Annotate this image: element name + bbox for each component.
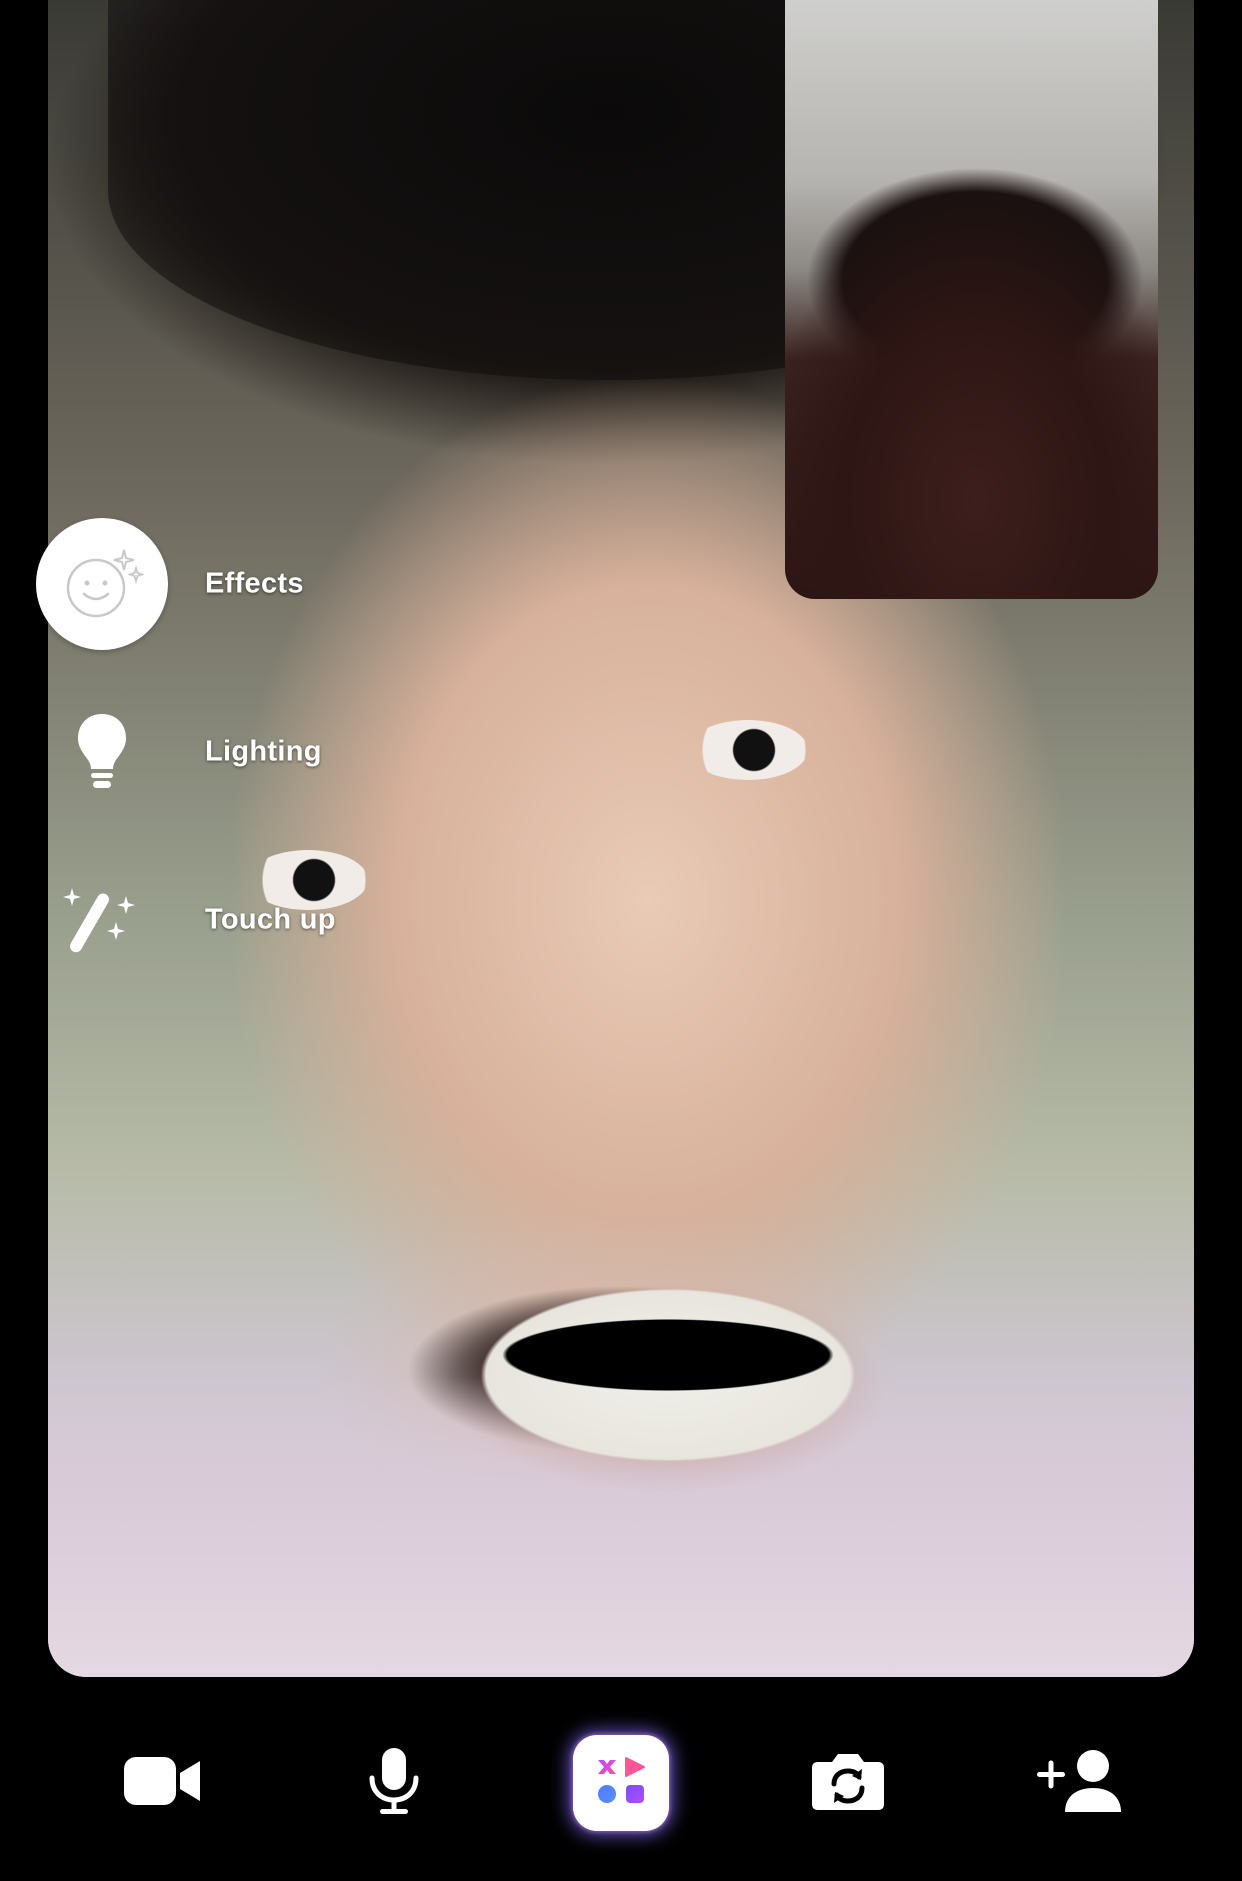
- microphone-icon: [366, 1746, 422, 1821]
- menu-item-touch-up[interactable]: Touch up: [36, 854, 396, 986]
- touch-up-button[interactable]: [36, 854, 168, 986]
- magic-wand-icon: [62, 882, 142, 959]
- flip-camera-button[interactable]: [800, 1735, 896, 1831]
- self-video-preview[interactable]: [785, 0, 1158, 599]
- add-person-button[interactable]: [1031, 1735, 1127, 1831]
- effects-label: Effects: [205, 567, 304, 600]
- call-controls-bar: [0, 1735, 1242, 1831]
- menu-item-lighting[interactable]: Lighting: [36, 686, 396, 818]
- menu-item-effects[interactable]: Effects: [36, 518, 396, 650]
- video-call-screen: Effects Lighting Touch up: [0, 0, 1242, 1881]
- remote-video-mouth: [408, 1250, 928, 1500]
- apps-button[interactable]: [573, 1735, 669, 1831]
- lighting-label: Lighting: [205, 735, 322, 768]
- video-camera-icon: [122, 1755, 202, 1812]
- flip-camera-icon: [810, 1750, 886, 1817]
- touch-up-label: Touch up: [205, 903, 336, 936]
- effects-button[interactable]: [36, 518, 168, 650]
- microphone-toggle-button[interactable]: [346, 1735, 442, 1831]
- apps-grid-icon: [594, 1754, 648, 1813]
- add-person-icon: [1035, 1748, 1123, 1819]
- camera-toggle-button[interactable]: [114, 1735, 210, 1831]
- lightbulb-icon: [74, 710, 130, 795]
- remote-video-right-eye: [688, 720, 808, 780]
- lighting-button[interactable]: [36, 686, 168, 818]
- smiley-sparkle-icon: [36, 518, 168, 650]
